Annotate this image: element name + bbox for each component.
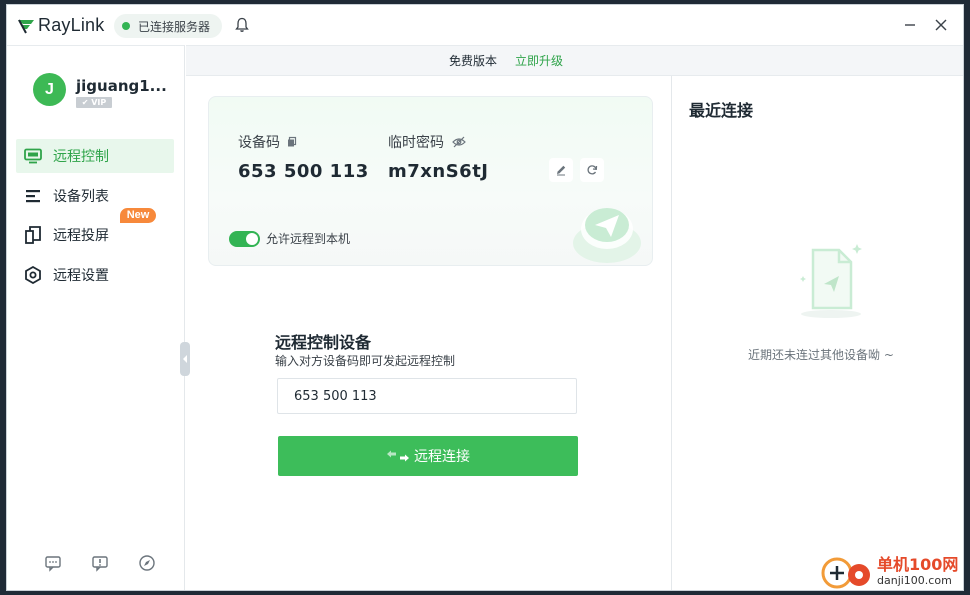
allow-remote-label: 允许远程到本机 — [266, 232, 351, 246]
recent-empty-text: 近期还未连过其他设备呦 ~ — [748, 348, 894, 362]
minimize-icon[interactable] — [902, 17, 918, 33]
version-label: 免费版本 — [448, 54, 497, 68]
monitor-icon — [24, 147, 42, 165]
bell-icon[interactable] — [235, 17, 249, 33]
device-info-card: 设备码 653 500 113 临时密码 m7xnS6tJ 允许远程到本机 — [208, 96, 653, 266]
watermark-text: 单机100网 danji100.com — [877, 554, 959, 587]
connect-arrows-icon — [387, 450, 409, 462]
watermark-main: 单机100网 — [877, 554, 959, 574]
sidebar-item-screen-cast[interactable]: 远程投屏 — [16, 218, 174, 252]
sidebar-item-remote-settings[interactable]: 远程设置 — [16, 258, 174, 292]
watermark-sub: danji100.com — [877, 573, 952, 587]
sidebar: J jiguang1... ✔ VIP 远程控制 设备列表 New 远程投屏 远… — [7, 45, 190, 590]
app-name: RayLink — [38, 15, 105, 35]
close-icon[interactable] — [933, 17, 949, 33]
sidebar-item-label: 远程控制 — [53, 149, 109, 165]
raylink-logo-icon — [18, 19, 34, 33]
status-dot — [122, 22, 130, 30]
temp-password-value: m7xnS6tJ — [388, 161, 489, 182]
message-icon[interactable] — [44, 554, 62, 572]
device-code-value: 653 500 113 — [238, 161, 369, 182]
recent-connections-title: 最近连接 — [689, 101, 754, 120]
feedback-icon[interactable] — [91, 554, 109, 572]
device-code-input[interactable] — [277, 378, 577, 414]
temp-password-label-text: 临时密码 — [388, 135, 444, 151]
edit-password-button[interactable] — [549, 158, 573, 182]
eye-off-icon[interactable] — [452, 136, 466, 148]
list-icon — [24, 187, 42, 205]
paper-plane-illustration — [573, 208, 641, 263]
server-status-badge: 已连接服务器 — [114, 14, 223, 38]
remote-connect-label: 远程连接 — [414, 448, 470, 464]
app-logo: RayLink — [17, 15, 104, 36]
site-watermark: 单机100网 danji100.com — [821, 553, 958, 589]
username[interactable]: jiguang1... — [76, 77, 167, 95]
title-bar: RayLink 已连接服务器 — [7, 5, 963, 45]
device-code-label-text: 设备码 — [238, 135, 280, 151]
sidebar-item-label: 远程投屏 — [53, 228, 109, 244]
copy-icon[interactable] — [286, 136, 298, 148]
version-bar: 免费版本 立即升级 — [186, 45, 963, 76]
sidebar-item-label: 远程设置 — [53, 268, 109, 284]
allow-remote-toggle[interactable] — [229, 230, 260, 247]
sidebar-collapse-handle[interactable] — [180, 342, 190, 376]
device-code-label: 设备码 — [238, 132, 298, 152]
allow-remote-row: 允许远程到本机 — [229, 230, 350, 247]
watermark-logo-icon — [821, 557, 870, 589]
app-window: RayLink 已连接服务器 J jiguang1... ✔ VIP 远程控制 — [6, 4, 964, 591]
pencil-icon — [557, 165, 566, 176]
avatar[interactable]: J — [33, 73, 66, 106]
remote-control-subtitle: 输入对方设备码即可发起远程控制 — [275, 354, 456, 368]
sidebar-item-remote-control[interactable]: 远程控制 — [16, 139, 174, 173]
refresh-icon — [587, 165, 598, 175]
screen-cast-icon — [24, 226, 42, 244]
sidebar-item-label: 设备列表 — [53, 189, 109, 205]
chevron-left-icon — [183, 355, 187, 363]
server-status-text: 已连接服务器 — [138, 19, 211, 34]
upgrade-link[interactable]: 立即升级 — [515, 52, 563, 69]
empty-document-illustration — [800, 244, 862, 318]
settings-hex-icon — [24, 266, 42, 284]
refresh-password-button[interactable] — [580, 158, 604, 182]
compass-icon[interactable] — [138, 554, 156, 572]
vip-badge: ✔ VIP — [76, 97, 112, 108]
remote-connect-button[interactable]: 远程连接 — [278, 436, 578, 476]
temp-password-label: 临时密码 — [388, 132, 466, 152]
remote-control-title: 远程控制设备 — [275, 333, 372, 352]
panel-divider — [671, 76, 672, 590]
